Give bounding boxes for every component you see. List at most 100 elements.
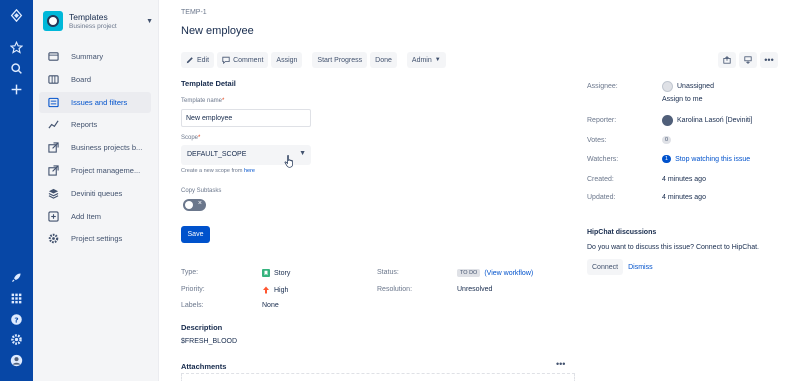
- sidebar-item-label: Summary: [71, 52, 104, 61]
- description-heading: Description: [181, 323, 223, 332]
- labels-value[interactable]: None: [262, 302, 279, 309]
- app-switcher-icon[interactable]: [9, 291, 24, 306]
- template-name-label: Template name*: [181, 98, 225, 104]
- admin-dropdown[interactable]: Admin ▼: [406, 52, 446, 68]
- issue-actions: •••: [718, 52, 778, 68]
- sidebar-item-label: Reports: [71, 120, 98, 130]
- close-icon: ×: [197, 200, 202, 207]
- watchers-value[interactable]: 1 Stop watching this issue: [662, 155, 750, 163]
- sidebar-item-business-projects[interactable]: Business projects b...: [39, 137, 151, 158]
- edit-label: Edit: [197, 56, 210, 64]
- project-nav: Summary Board Issues and filters Reports…: [39, 46, 151, 251]
- attachments-more-icon[interactable]: •••: [556, 359, 565, 369]
- template-name-input[interactable]: New employee: [181, 109, 311, 127]
- reporter-label: Reporter:: [587, 117, 617, 124]
- assign-button[interactable]: Assign: [271, 52, 303, 68]
- issue-key[interactable]: TEMP-1: [181, 9, 207, 16]
- sidebar-item-label: Board: [71, 74, 92, 84]
- user-avatar[interactable]: [9, 353, 24, 368]
- sidebar-item-label: Deviniti queues: [71, 188, 123, 198]
- sidebar-item-summary[interactable]: Summary: [39, 46, 151, 67]
- sidebar-item-reports[interactable]: Reports: [39, 114, 151, 135]
- votes-label: Votes:: [587, 137, 607, 144]
- resolution-value: Unresolved: [457, 286, 493, 293]
- assignee-label: Assignee:: [587, 83, 618, 90]
- sidebar-item-label: Issues and filters: [71, 97, 128, 107]
- connect-button[interactable]: Connect: [587, 259, 624, 275]
- sidebar-item-label: Project manageme...: [71, 165, 141, 175]
- add-item-icon: [47, 210, 59, 222]
- help-icon[interactable]: ?: [9, 312, 24, 327]
- search-icon[interactable]: [9, 61, 24, 76]
- scope-value: DEFAULT_SCOPE: [187, 151, 247, 158]
- external-link-icon: [47, 142, 59, 154]
- star-icon[interactable]: [9, 40, 24, 55]
- sidebar-item-project-settings[interactable]: Project settings: [39, 228, 151, 249]
- type-label: Type:: [181, 269, 199, 276]
- dismiss-link[interactable]: Dismiss: [628, 264, 653, 271]
- resolution-label: Resolution:: [377, 286, 413, 293]
- description-value[interactable]: $FRESH_BLOOD: [181, 338, 237, 345]
- sidebar-item-add-item[interactable]: Add Item: [39, 206, 151, 227]
- type-value[interactable]: Story: [262, 269, 290, 277]
- admin-label: Admin: [411, 56, 432, 64]
- issue-title[interactable]: New employee: [181, 25, 254, 37]
- summary-icon: [47, 51, 59, 63]
- done-button[interactable]: Done: [370, 52, 397, 68]
- copy-subtasks-toggle[interactable]: ×: [183, 199, 206, 211]
- story-icon: [262, 269, 270, 277]
- project-sidebar: Templates Business project ▼ Summary Boa…: [33, 0, 159, 381]
- sidebar-item-label: Project settings: [71, 234, 123, 244]
- project-avatar: [43, 11, 63, 31]
- svg-text:?: ?: [14, 315, 18, 324]
- votes-value[interactable]: 0: [662, 136, 672, 144]
- scope-helper-text: Create a new scope from here: [181, 168, 255, 174]
- more-actions-icon[interactable]: •••: [760, 52, 778, 68]
- sidebar-item-deviniti-queues[interactable]: Deviniti queues: [39, 183, 151, 204]
- chevron-down-icon: ▼: [434, 57, 441, 63]
- unassigned-avatar: [662, 81, 673, 92]
- edit-button[interactable]: Edit: [181, 52, 215, 68]
- project-switcher[interactable]: Templates Business project ▼: [43, 11, 153, 31]
- watchers-badge: 1: [662, 155, 672, 163]
- project-name: Templates: [69, 12, 108, 22]
- issues-filter-icon: [47, 96, 59, 108]
- sidebar-item-board[interactable]: Board: [39, 69, 151, 90]
- chevron-down-icon: ▼: [299, 150, 306, 157]
- hand-cursor-icon: [284, 155, 293, 168]
- settings-gear-icon[interactable]: [9, 332, 24, 347]
- create-plus-icon[interactable]: [9, 82, 24, 97]
- priority-value[interactable]: High: [262, 286, 288, 294]
- start-progress-button[interactable]: Start Progress: [312, 52, 368, 68]
- comment-button[interactable]: Comment: [217, 52, 269, 68]
- attachments-dropzone[interactable]: [181, 373, 575, 381]
- updated-value: 4 minutes ago: [662, 194, 706, 201]
- assignee-value[interactable]: Unassigned: [662, 81, 714, 92]
- created-value: 4 minutes ago: [662, 176, 706, 183]
- reporter-value[interactable]: Karolina Lasoń [Deviniti]: [662, 115, 753, 126]
- chevron-down-icon[interactable]: ▼: [146, 18, 153, 25]
- votes-badge: 0: [662, 136, 672, 144]
- sidebar-item-issues-and-filters[interactable]: Issues and filters: [39, 91, 151, 113]
- hipchat-text: Do you want to discuss this issue? Conne…: [587, 244, 759, 251]
- status-value: TO DO (View workflow): [457, 269, 533, 277]
- jira-logo-icon[interactable]: [9, 8, 24, 23]
- view-workflow-link[interactable]: (View workflow): [484, 270, 533, 277]
- gear-icon: [47, 233, 59, 245]
- assign-to-me-link[interactable]: Assign to me: [662, 96, 702, 103]
- save-button[interactable]: Save: [181, 226, 210, 243]
- issue-view: TEMP-1 New employee Edit Comment Assign …: [159, 0, 790, 381]
- external-link-icon: [47, 164, 59, 176]
- sidebar-item-project-management[interactable]: Project manageme...: [39, 160, 151, 181]
- issue-toolbar: Edit Comment Assign Start Progress Done …: [181, 52, 446, 68]
- share-icon[interactable]: [718, 52, 736, 68]
- create-scope-link[interactable]: here: [244, 168, 255, 174]
- watchers-label: Watchers:: [587, 156, 619, 163]
- export-icon[interactable]: [739, 52, 757, 68]
- rocket-icon[interactable]: [9, 270, 24, 285]
- global-nav: ?: [0, 0, 33, 381]
- comment-icon: [222, 56, 230, 64]
- sidebar-item-label: Add Item: [71, 211, 102, 221]
- stop-watching-link[interactable]: Stop watching this issue: [675, 156, 750, 163]
- stack-icon: [47, 187, 59, 199]
